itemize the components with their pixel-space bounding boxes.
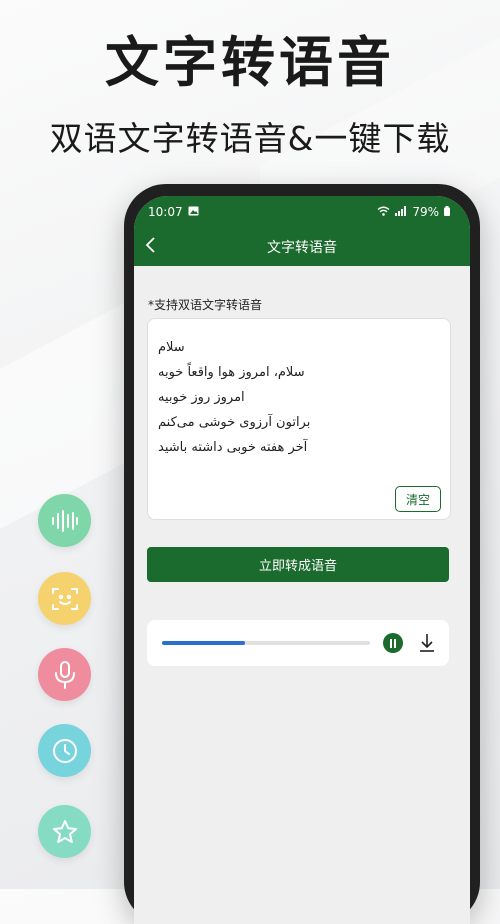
feature-star: [38, 805, 91, 858]
feature-sound-wave: [38, 494, 91, 547]
pause-button[interactable]: [383, 633, 403, 653]
pause-icon: [390, 638, 396, 648]
input-text-line: سلام، امروز هوا واقعاً خوبه: [158, 365, 305, 380]
progress-track[interactable]: [162, 641, 370, 645]
progress-fill: [162, 641, 246, 645]
app-screen: 10:07 79% 文字转语音 *支持双语文字转语音 سلام سلام، ام…: [134, 196, 470, 924]
convert-button[interactable]: 立即转成语音: [147, 547, 449, 582]
status-time: 10:07: [148, 205, 183, 219]
battery-level: 79%: [412, 205, 439, 219]
input-text-line: امروز روز خوبیه: [158, 390, 245, 405]
download-button[interactable]: [417, 632, 437, 654]
input-text-line: براتون آرزوی خوشی می‌کنم: [158, 415, 311, 430]
wifi-icon: [377, 205, 390, 219]
status-bar: 10:07 79%: [134, 196, 470, 228]
chevron-left-icon: [145, 237, 155, 253]
support-hint: *支持双语文字转语音: [148, 298, 263, 312]
feature-clock: [38, 724, 91, 777]
signal-icon: [395, 205, 407, 219]
sound-wave-icon: [51, 509, 78, 532]
promo-subline: 双语文字转语音&一键下载: [49, 119, 451, 158]
face-scan-icon: [51, 587, 78, 610]
image-icon: [188, 205, 199, 219]
download-icon: [420, 634, 434, 652]
audio-player: [147, 620, 449, 666]
feature-microphone: [38, 648, 91, 701]
input-text-line: آخر هفته خوبی داشته باشید: [158, 440, 308, 455]
clock-icon: [52, 738, 77, 763]
input-text-line: سلام: [158, 340, 185, 355]
battery-icon: [444, 205, 450, 219]
microphone-icon: [54, 660, 75, 689]
star-icon: [52, 819, 77, 843]
text-input-area[interactable]: سلام سلام، امروز هوا واقعاً خوبه امروز ر…: [147, 318, 451, 520]
nav-title: 文字转语音: [267, 240, 337, 256]
promo-headline: 文字转语音: [105, 31, 395, 94]
nav-bar: 文字转语音: [134, 228, 470, 266]
phone-frame: 10:07 79% 文字转语音 *支持双语文字转语音 سلام سلام، ام…: [124, 184, 480, 924]
clear-button[interactable]: 清空: [395, 486, 441, 512]
back-button[interactable]: [144, 236, 156, 257]
feature-face-scan: [38, 572, 91, 625]
